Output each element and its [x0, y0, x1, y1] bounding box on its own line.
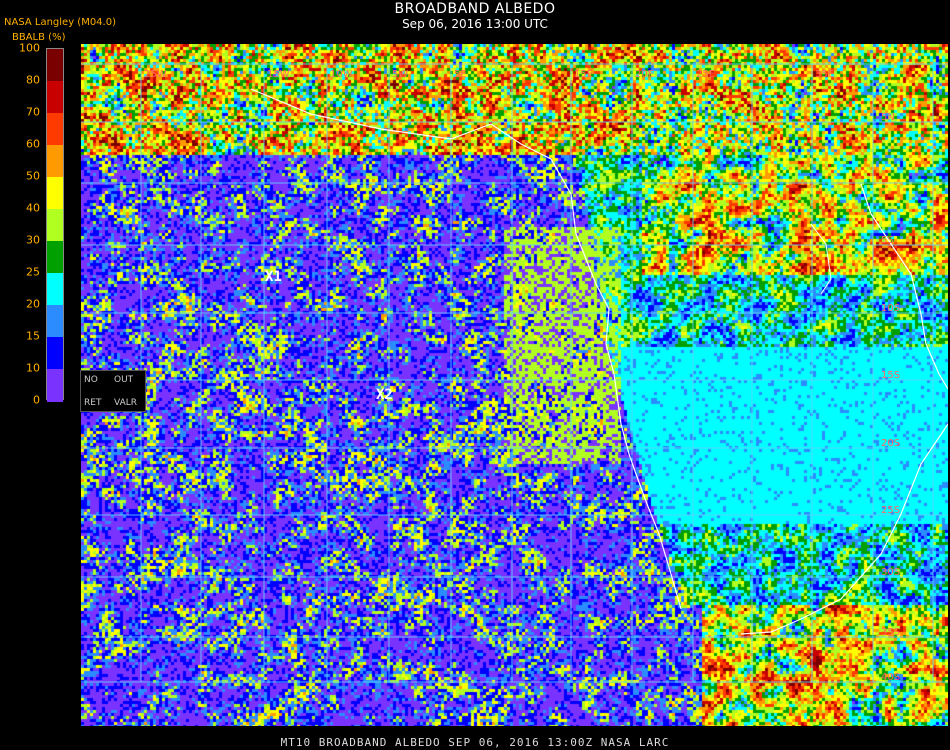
longitude-label: 35E — [815, 69, 834, 80]
legend-out: OUT — [114, 375, 134, 385]
latitude-label: 20S — [881, 438, 900, 449]
legend-no: NO — [84, 375, 98, 385]
colorbar-tick-label: 30 — [26, 233, 40, 247]
coastline — [250, 88, 948, 635]
latitude-label: 25S — [881, 505, 900, 516]
latitude-label: 40S — [881, 672, 900, 683]
header-subtitle: Sep 06, 2016 13:00 UTC — [402, 17, 548, 31]
longitude-label: 10W — [330, 69, 353, 80]
albedo-map: 5N 5S 10S 15S 20S 25S 30S 35S 40S 25W 15W 10W 5W 5E 1… — [81, 44, 948, 726]
colorbar-tick-label: 60 — [26, 137, 40, 151]
legend-valr: VALR — [114, 398, 138, 408]
colorbar-tick-label: 100 — [19, 41, 40, 55]
latitude-label: 30S — [881, 567, 900, 578]
colorbar-swatch — [47, 369, 63, 402]
longitude-label: 5W — [392, 69, 408, 80]
latitude-label: 15S — [881, 370, 900, 381]
footer-caption: MT10 BROADBAND ALBEDO SEP 06, 2016 13:00… — [280, 736, 670, 749]
colorbar-swatch — [47, 81, 63, 114]
colorbar-swatch — [47, 273, 63, 306]
colorbar-tick-label: 40 — [26, 201, 40, 215]
producer-label: NASA Langley (M04.0) — [4, 17, 116, 28]
marker-x1: X1 — [265, 269, 282, 285]
colorbar-swatch — [47, 113, 63, 146]
latitude-label: 5N — [881, 112, 895, 123]
colorbar-swatch — [47, 49, 63, 82]
coastline-east-africa — [860, 183, 948, 390]
colorbar-swatch — [47, 145, 63, 178]
colorbar-tick-label: 50 — [26, 169, 40, 183]
graticule — [81, 63, 948, 683]
colorbar-swatch — [47, 241, 63, 274]
header-title: BROADBAND ALBEDO — [394, 1, 556, 17]
colorbar-tick-label: 70 — [26, 105, 40, 119]
map-overlay: 5N 5S 10S 15S 20S 25S 30S 35S 40S 25W 15W 10W 5W 5E 1… — [81, 63, 948, 683]
colorbar-swatch — [47, 209, 63, 242]
coastline-west-africa — [250, 88, 682, 610]
latitude-label: 5S — [881, 235, 894, 246]
latitude-label: 35S — [881, 627, 900, 638]
colorbar-tick-label: 10 — [26, 361, 40, 375]
colorbar-tick-label: 25 — [26, 265, 40, 279]
longitude-label: 25W — [144, 69, 167, 80]
colorbar-tick-label: 80 — [26, 73, 40, 87]
longitude-label: 15W — [267, 69, 290, 80]
latitude-label: 10S — [881, 303, 900, 314]
colorbar — [46, 48, 64, 402]
missing-data-legend: NO OUT RET VALR — [80, 370, 146, 412]
longitude-label: 25E — [696, 69, 715, 80]
legend-ret: RET — [84, 398, 102, 408]
coastline-south-africa — [740, 423, 948, 635]
longitude-label: 15E — [574, 69, 593, 80]
longitude-label: 20E — [635, 69, 654, 80]
colorbar-swatch — [47, 177, 63, 210]
longitude-labels: 25W 15W 10W 5W 5E 15E 20E 25E 35E — [144, 69, 834, 80]
longitude-label: 5E — [454, 69, 467, 80]
colorbar-swatch — [47, 305, 63, 338]
marker-x2: X2 — [376, 387, 393, 403]
lake-outline — [810, 223, 832, 295]
colorbar-tick-label: 15 — [26, 329, 40, 343]
latitude-labels: 5N 5S 10S 15S 20S 25S 30S 35S 40S — [881, 112, 900, 683]
colorbar-tick-label: 0 — [33, 393, 40, 407]
colorbar-swatch — [47, 337, 63, 370]
colorbar-tick-label: 20 — [26, 297, 40, 311]
